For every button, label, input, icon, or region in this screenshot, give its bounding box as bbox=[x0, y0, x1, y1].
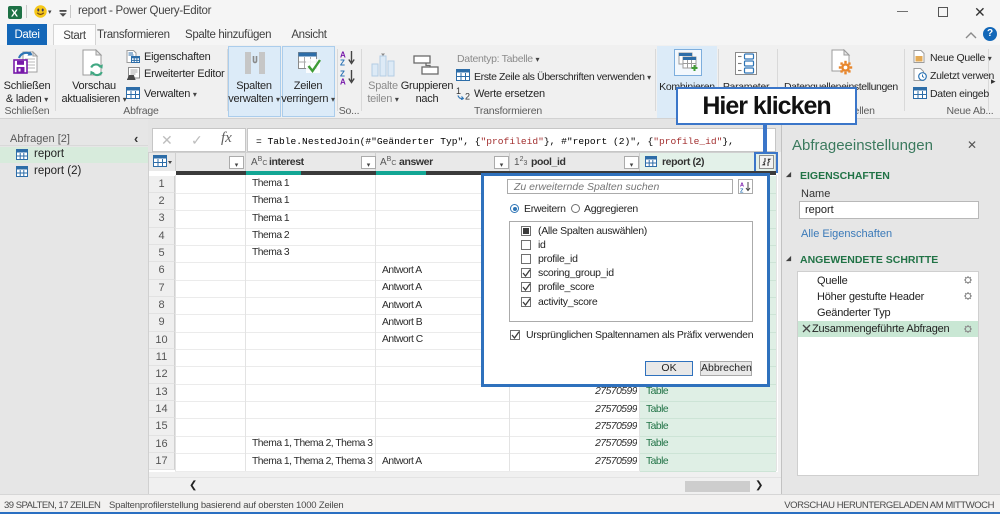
svg-text:2: 2 bbox=[465, 92, 470, 101]
svg-text:Z: Z bbox=[740, 189, 744, 194]
svg-text:1: 1 bbox=[456, 86, 461, 96]
svg-text:X: X bbox=[11, 8, 18, 20]
svg-text:Z: Z bbox=[340, 59, 345, 67]
